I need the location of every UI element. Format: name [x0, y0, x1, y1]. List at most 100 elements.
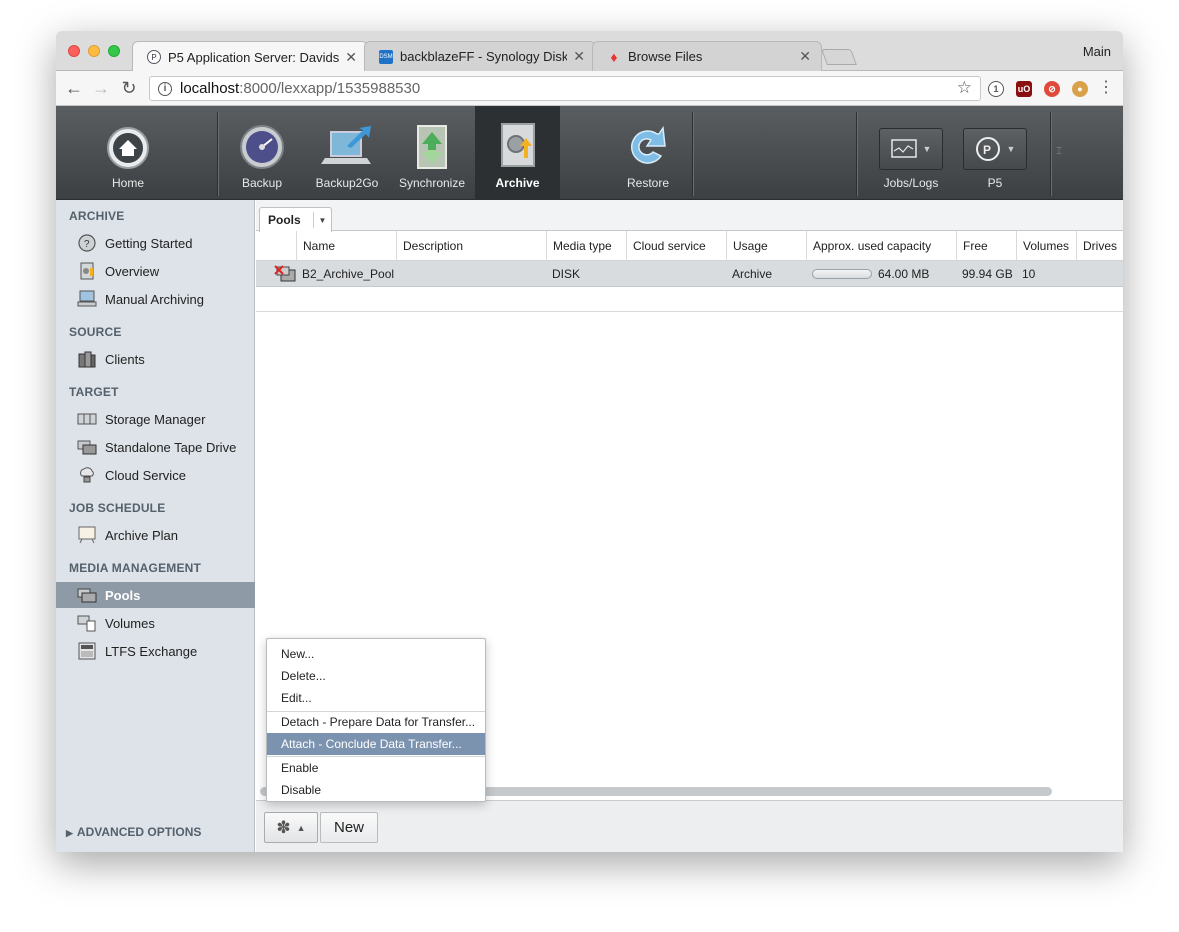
- sidebar-item-getting-started[interactable]: ? Getting Started: [56, 230, 255, 256]
- zoom-window-button[interactable]: [108, 45, 120, 57]
- sidebar-item-overview[interactable]: Overview: [56, 258, 255, 284]
- bookmark-star-icon[interactable]: ☆: [957, 78, 972, 98]
- dsm-favicon-icon: DSM: [379, 49, 393, 64]
- site-info-icon[interactable]: i: [158, 81, 172, 96]
- sidebar-item-standalone-tape-drive[interactable]: Standalone Tape Drive: [56, 434, 255, 460]
- tab-title: backblazeFF - Synology DiskS: [400, 49, 568, 64]
- overview-vault-icon: [80, 262, 94, 280]
- jobs-logs-monitor-icon: ▼: [879, 128, 943, 170]
- sidebar-item-clients[interactable]: Clients: [56, 346, 255, 372]
- sidebar-item-ltfs-exchange[interactable]: LTFS Exchange: [56, 638, 255, 664]
- address-bar[interactable]: i localhost:8000/lexxapp/1535988530 ☆: [149, 76, 981, 101]
- back-icon[interactable]: ←: [64, 78, 84, 98]
- ublock-extension-icon[interactable]: uO: [1016, 81, 1032, 97]
- new-tab-button[interactable]: [821, 49, 857, 65]
- backup-button[interactable]: Backup: [232, 106, 292, 200]
- menu-item-delete[interactable]: Delete...: [267, 665, 485, 687]
- clients-server-icon: [78, 351, 96, 368]
- menu-item-disable[interactable]: Disable: [267, 779, 485, 801]
- new-button[interactable]: New: [320, 812, 378, 843]
- restore-button[interactable]: Restore: [616, 106, 680, 200]
- tab-pools-label: Pools: [268, 213, 301, 227]
- sidebar-item-volumes[interactable]: Volumes: [56, 610, 255, 636]
- sidebar-item-manual-archiving[interactable]: Manual Archiving: [56, 286, 255, 312]
- sidebar-item-label: Pools: [105, 587, 141, 603]
- sidebar-item-archive-plan[interactable]: Archive Plan: [56, 522, 255, 548]
- sidebar-item-label: Storage Manager: [105, 411, 206, 427]
- tab-title: Browse Files: [628, 49, 703, 64]
- close-tab-icon[interactable]: ✕: [799, 48, 811, 65]
- cell-cloud-service: [626, 261, 632, 287]
- menu-item-enable[interactable]: Enable: [267, 757, 485, 779]
- column-usage[interactable]: Usage: [726, 231, 806, 261]
- cell-usage: Archive: [732, 267, 773, 281]
- column-used-capacity[interactable]: Approx. used capacity: [806, 231, 956, 261]
- sidebar-item-storage-manager[interactable]: Storage Manager: [56, 406, 255, 432]
- header-resize-handle-icon[interactable]: ⌶: [1056, 146, 1062, 157]
- p5-button[interactable]: P ▼ P5: [962, 106, 1028, 200]
- p5-label: P5: [987, 176, 1003, 190]
- browser-tab-browse-files[interactable]: ♦ Browse Files ✕: [592, 41, 822, 71]
- home-icon: [106, 126, 150, 170]
- browser-menu-icon[interactable]: ⋮: [1096, 78, 1116, 98]
- triangle-right-icon: ▶: [66, 828, 73, 838]
- header-divider: [692, 112, 693, 196]
- column-description[interactable]: Description: [396, 231, 547, 261]
- backup2go-label: Backup2Go: [315, 176, 379, 190]
- actions-gear-button[interactable]: ✽ ▲: [264, 812, 318, 843]
- tab-pools[interactable]: Pools ▼: [259, 207, 332, 232]
- close-tab-icon[interactable]: ✕: [345, 49, 357, 66]
- content-tabs: Pools ▼: [256, 200, 1123, 232]
- volumes-icon: [77, 615, 96, 632]
- url-path: :8000/lexxapp/1535988530: [239, 80, 421, 97]
- bottom-toolbar: ✽ ▲ New: [256, 800, 1123, 852]
- chevron-down-icon[interactable]: ▼: [313, 212, 331, 228]
- onepassword-extension-icon[interactable]: 1: [988, 81, 1004, 97]
- browser-tab-p5[interactable]: P P5 Application Server: Davids- ✕: [132, 41, 368, 72]
- close-window-button[interactable]: [68, 45, 80, 57]
- pool-disabled-icon: [274, 265, 296, 282]
- sidebar-item-cloud-service[interactable]: Cloud Service: [56, 462, 255, 488]
- browser-tab-synology[interactable]: DSM backblazeFF - Synology DiskS ✕: [364, 41, 596, 71]
- column-free[interactable]: Free: [956, 231, 1016, 261]
- pools-icon: [77, 588, 97, 603]
- column-media-type[interactable]: Media type: [546, 231, 626, 261]
- menu-item-attach[interactable]: Attach - Conclude Data Transfer...: [267, 733, 485, 755]
- backup-gauge-icon: [239, 124, 285, 170]
- sidebar-section-archive: ARCHIVE: [69, 209, 125, 223]
- jobs-logs-button[interactable]: ▼ Jobs/Logs: [876, 106, 946, 200]
- p5-favicon-icon: P: [147, 50, 161, 64]
- column-name[interactable]: Name: [296, 231, 396, 261]
- blocker-extension-icon[interactable]: ⊘: [1044, 81, 1060, 97]
- header-divider: [856, 112, 857, 196]
- advanced-options-toggle[interactable]: ▶ ADVANCED OPTIONS: [66, 825, 201, 839]
- sidebar: ARCHIVE ? Getting Started Overview Manua…: [56, 200, 255, 852]
- flame-favicon-icon: ♦: [610, 48, 618, 65]
- minimize-window-button[interactable]: [88, 45, 100, 57]
- column-cloud-service[interactable]: Cloud service: [626, 231, 726, 261]
- sidebar-item-label: Archive Plan: [105, 527, 178, 543]
- menu-item-new[interactable]: New...: [267, 643, 485, 665]
- sidebar-item-pools[interactable]: Pools: [56, 582, 255, 608]
- column-volumes[interactable]: Volumes: [1016, 231, 1076, 261]
- sidebar-item-label: Overview: [105, 263, 160, 279]
- backup2go-laptop-icon: [321, 124, 373, 170]
- menu-item-detach[interactable]: Detach - Prepare Data for Transfer...: [267, 711, 485, 733]
- table-row[interactable]: B2_Archive_Pool DISK Archive 64.00 MB 99…: [256, 261, 1123, 287]
- home-button[interactable]: Home: [96, 106, 160, 200]
- synchronize-button[interactable]: Synchronize: [396, 106, 468, 200]
- sidebar-item-label: LTFS Exchange: [105, 643, 198, 659]
- reload-icon[interactable]: ↻: [119, 78, 139, 98]
- menu-item-edit[interactable]: Edit...: [267, 687, 485, 709]
- forward-icon[interactable]: →: [91, 78, 111, 98]
- profile-name[interactable]: Main: [1083, 44, 1111, 59]
- close-tab-icon[interactable]: ✕: [573, 48, 585, 65]
- cell-description: [396, 261, 402, 287]
- sidebar-item-label: Volumes: [105, 615, 155, 631]
- archive-plan-easel-icon: [78, 526, 96, 544]
- column-drives[interactable]: Drives: [1076, 231, 1123, 261]
- archive-button[interactable]: Archive: [475, 106, 560, 200]
- app-header: Home Backup Backup2Go Synchronize Archiv…: [56, 106, 1123, 200]
- cookie-extension-icon[interactable]: ●: [1072, 81, 1088, 97]
- backup2go-button[interactable]: Backup2Go: [312, 106, 382, 200]
